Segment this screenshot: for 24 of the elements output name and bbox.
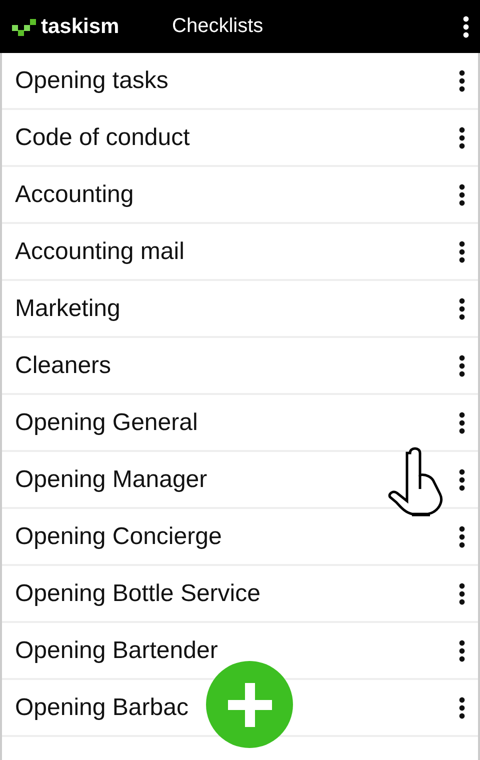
screen-title: Checklists — [172, 15, 264, 38]
checklist-item[interactable]: Code of conduct — [2, 110, 478, 167]
more-icon[interactable] — [458, 412, 466, 434]
more-icon[interactable] — [458, 298, 466, 320]
checklist-item[interactable]: Opening tasks — [2, 53, 478, 110]
more-icon[interactable] — [458, 240, 466, 262]
checklist-item[interactable]: Opening Bottle Service — [2, 566, 478, 623]
checklist-item[interactable]: Cleaners — [2, 338, 478, 395]
more-icon[interactable] — [458, 582, 466, 604]
more-icon[interactable] — [458, 126, 466, 148]
plus-icon — [228, 682, 272, 726]
checklist-item[interactable]: Opening General — [2, 395, 478, 452]
checklist-item[interactable]: Marketing — [2, 281, 478, 338]
logo-text: taskism — [41, 16, 120, 37]
checklist-item[interactable]: Accounting mail — [2, 224, 478, 281]
checklist-item[interactable]: Accounting — [2, 167, 478, 224]
more-icon[interactable] — [458, 184, 466, 206]
more-icon[interactable] — [458, 70, 466, 92]
overflow-menu-icon[interactable] — [462, 16, 470, 38]
more-icon[interactable] — [458, 526, 466, 548]
more-icon[interactable] — [458, 696, 466, 718]
more-icon[interactable] — [458, 354, 466, 376]
more-icon[interactable] — [458, 640, 466, 662]
more-icon[interactable] — [458, 468, 466, 490]
